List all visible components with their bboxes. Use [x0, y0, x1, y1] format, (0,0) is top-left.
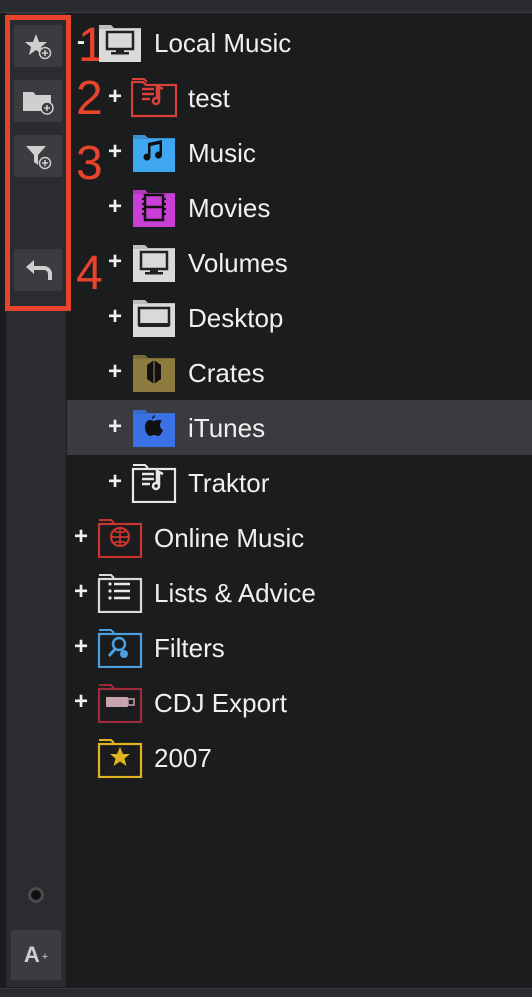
expand-toggle[interactable]: +	[106, 357, 124, 387]
list-folder-icon	[97, 571, 143, 614]
expand-toggle[interactable]: +	[72, 577, 90, 607]
tree-row[interactable]: + Crates	[67, 345, 532, 400]
playlist-folder-icon	[131, 461, 177, 504]
filter-plus-icon	[26, 146, 52, 170]
expand-toggle[interactable]: +	[72, 687, 90, 717]
monitor-folder-icon	[131, 241, 177, 283]
add-filter-button[interactable]	[14, 135, 62, 177]
return-arrow-icon	[26, 260, 52, 280]
tree-item-label: CDJ Export	[154, 688, 287, 718]
tree-item-label: Desktop	[188, 303, 284, 333]
expand-toggle[interactable]: +	[72, 632, 90, 662]
expand-toggle[interactable]: +	[106, 247, 124, 277]
tree-item-label: Music	[188, 138, 256, 168]
tree-row[interactable]: + Online Music	[67, 510, 532, 565]
tree-item-label: 2007	[154, 743, 212, 773]
tree-row[interactable]: + iTunes	[67, 400, 532, 455]
add-favorite-button[interactable]	[14, 25, 62, 67]
font-size-label: A	[23, 942, 40, 967]
star-folder-icon	[97, 736, 143, 779]
expand-toggle[interactable]: +	[106, 302, 124, 332]
tree-item-label: iTunes	[188, 413, 266, 443]
tree-item-label: Traktor	[188, 468, 270, 498]
tree-row[interactable]: + Traktor	[67, 455, 532, 510]
playlist-folder-icon	[130, 76, 178, 118]
record-indicator[interactable]	[24, 883, 48, 907]
tree-item-label: Volumes	[188, 248, 288, 278]
sidebar: A +	[6, 13, 66, 987]
tree-row[interactable]: + Filters	[67, 620, 532, 675]
tree-row[interactable]: + test	[67, 70, 532, 125]
tree-row[interactable]: + Lists & Advice	[67, 565, 532, 620]
font-size-suffix: +	[41, 951, 49, 963]
folder-plus-icon	[23, 92, 54, 115]
expand-toggle[interactable]: +	[106, 82, 124, 112]
tree-row[interactable]: 2007	[67, 730, 532, 785]
tree-item-label: Local Music	[154, 28, 292, 58]
tree-item-label: Crates	[188, 358, 265, 388]
tree-row[interactable]: + Volumes	[67, 235, 532, 290]
monitor-folder-icon	[97, 21, 143, 63]
collapse-toggle[interactable]: -	[72, 27, 90, 57]
star-plus-icon	[25, 34, 52, 60]
tree-row[interactable]: + CDJ Export	[67, 675, 532, 730]
add-folder-button[interactable]	[14, 80, 62, 122]
expand-toggle[interactable]: +	[72, 522, 90, 552]
expand-toggle[interactable]: +	[106, 192, 124, 222]
tree-item-label: Online Music	[154, 523, 305, 553]
apple-folder-icon	[131, 406, 177, 448]
tree-row[interactable]: - Local Music	[67, 15, 532, 70]
tree-item-label: test	[188, 83, 230, 113]
tree-row[interactable]: + Movies	[67, 180, 532, 235]
expand-toggle[interactable]: +	[106, 467, 124, 497]
tree-row[interactable]: + Music	[67, 125, 532, 180]
top-bar	[0, 0, 532, 13]
search-filter-folder-icon	[97, 626, 143, 669]
crate-folder-icon	[131, 351, 177, 393]
music-note-folder-icon	[131, 131, 177, 173]
usb-drive-folder-icon	[97, 681, 143, 724]
tree-row[interactable]: + Desktop	[67, 290, 532, 345]
font-size-button[interactable]: A +	[11, 930, 61, 980]
globe-folder-icon	[97, 516, 143, 559]
back-button[interactable]	[14, 249, 62, 291]
expand-toggle[interactable]: +	[106, 412, 124, 442]
tree-item-label: Filters	[154, 633, 225, 663]
expand-toggle[interactable]: +	[106, 137, 124, 167]
tree-item-label: Movies	[188, 193, 271, 223]
tree-item-label: Lists & Advice	[154, 578, 316, 608]
desktop-folder-icon	[131, 296, 177, 338]
film-folder-icon	[131, 186, 177, 228]
